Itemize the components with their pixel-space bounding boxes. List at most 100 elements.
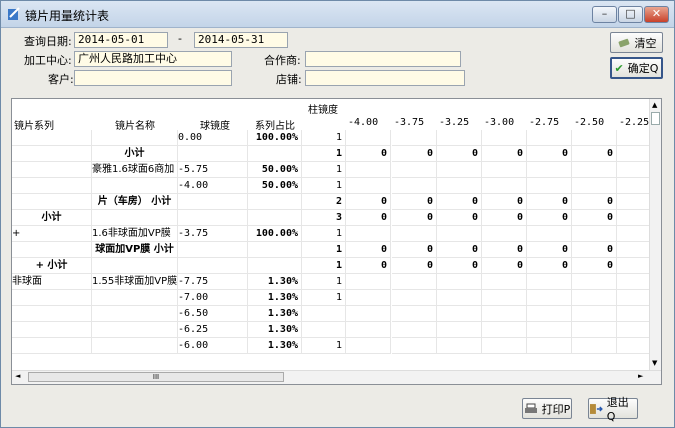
cell-total[interactable]: 1: [302, 258, 346, 274]
cell-cyl-value[interactable]: [392, 130, 437, 146]
cell-cyl-value[interactable]: 0: [346, 242, 391, 258]
cell-name[interactable]: [92, 258, 178, 274]
cell-cyl-value[interactable]: [346, 226, 391, 242]
cell-sph[interactable]: -5.75: [178, 162, 248, 178]
cell-series[interactable]: [12, 178, 92, 194]
cell-cyl-value[interactable]: [437, 306, 482, 322]
cell-cyl-value[interactable]: [346, 306, 391, 322]
cell-ratio[interactable]: [248, 258, 302, 274]
cell-cyl-value[interactable]: [392, 162, 437, 178]
cell-cyl-value[interactable]: 0: [572, 146, 617, 162]
cell-cyl-value[interactable]: [482, 178, 527, 194]
cell-sph[interactable]: -6.00: [178, 338, 248, 354]
cell-name[interactable]: [92, 322, 178, 338]
cell-series[interactable]: [12, 146, 92, 162]
cell-cyl-value[interactable]: [392, 322, 437, 338]
cell-total[interactable]: 1: [302, 162, 346, 178]
cell-total[interactable]: 1: [302, 178, 346, 194]
cell-name[interactable]: 1.6非球面加VP膜: [92, 226, 178, 242]
date-to-field[interactable]: 2014-05-31: [194, 32, 288, 48]
cell-sph[interactable]: -6.25: [178, 322, 248, 338]
maximize-button[interactable]: □: [618, 6, 643, 23]
cell-cyl-value[interactable]: [482, 322, 527, 338]
cell-cyl-value[interactable]: 0: [346, 210, 391, 226]
cell-name[interactable]: 豪雅1.6球面6商加: [92, 162, 178, 178]
cell-cyl-value[interactable]: [346, 130, 391, 146]
scroll-right-icon[interactable]: ►: [638, 372, 643, 380]
cell-cyl-value[interactable]: 0: [392, 194, 437, 210]
cell-cyl-value[interactable]: 0: [392, 210, 437, 226]
date-from-field[interactable]: 2014-05-01: [74, 32, 168, 48]
cell-cyl-value[interactable]: 0: [437, 146, 482, 162]
cell-cyl-value[interactable]: [572, 338, 617, 354]
cell-cyl-value[interactable]: 0: [572, 258, 617, 274]
cell-ratio[interactable]: 1.30%: [248, 290, 302, 306]
cell-cyl-value[interactable]: [392, 226, 437, 242]
cell-cyl-value[interactable]: 0: [437, 258, 482, 274]
cell-cyl-value[interactable]: [527, 274, 572, 290]
cell-ratio[interactable]: 1.30%: [248, 322, 302, 338]
partner-field[interactable]: [305, 51, 461, 67]
cell-cyl-value[interactable]: [527, 226, 572, 242]
cell-cyl-value[interactable]: 0: [346, 258, 391, 274]
minimize-button[interactable]: –: [592, 6, 617, 23]
cell-cyl-value[interactable]: [572, 178, 617, 194]
cell-ratio[interactable]: [248, 146, 302, 162]
cell-total[interactable]: 2: [302, 194, 346, 210]
cell-series[interactable]: [12, 162, 92, 178]
cell-cyl-value[interactable]: [392, 306, 437, 322]
cell-cyl-value[interactable]: 0: [346, 146, 391, 162]
cell-series[interactable]: [12, 338, 92, 354]
horizontal-scrollbar[interactable]: ◄ III ►: [12, 370, 661, 384]
cell-cyl-value[interactable]: [527, 306, 572, 322]
cell-cyl-value[interactable]: [572, 226, 617, 242]
cell-cyl-value[interactable]: [437, 322, 482, 338]
cell-cyl-value[interactable]: [527, 130, 572, 146]
cell-cyl-value[interactable]: 0: [482, 210, 527, 226]
cell-sph[interactable]: [178, 242, 248, 258]
cell-cyl-value[interactable]: 0: [392, 146, 437, 162]
cell-ratio[interactable]: [248, 194, 302, 210]
cell-name[interactable]: [92, 210, 178, 226]
cell-series[interactable]: [12, 306, 92, 322]
cell-cyl-value[interactable]: 0: [527, 210, 572, 226]
cell-name[interactable]: [92, 130, 178, 146]
cell-series[interactable]: [12, 194, 92, 210]
cell-cyl-value[interactable]: [392, 274, 437, 290]
cell-cyl-value[interactable]: 0: [482, 146, 527, 162]
cell-cyl-value[interactable]: [527, 162, 572, 178]
cell-name[interactable]: [92, 338, 178, 354]
cell-cyl-value[interactable]: [572, 130, 617, 146]
cell-cyl-value[interactable]: [437, 162, 482, 178]
cell-ratio[interactable]: [248, 242, 302, 258]
cell-cyl-value[interactable]: [482, 290, 527, 306]
cell-cyl-value[interactable]: [482, 130, 527, 146]
statistics-table[interactable]: 柱镜度 镜片系列 镜片名称 球镜度 系列占比 -4.00 -3.75 -3.25 -3…: [11, 98, 662, 385]
cell-total[interactable]: 1: [302, 274, 346, 290]
cell-name[interactable]: 1.55非球面加VP膜: [92, 274, 178, 290]
cell-name[interactable]: [92, 290, 178, 306]
cell-cyl-value[interactable]: [437, 226, 482, 242]
cell-total[interactable]: 3: [302, 210, 346, 226]
print-button[interactable]: 打印P: [522, 398, 572, 419]
cell-name[interactable]: 片（车房） 小计: [92, 194, 178, 210]
cell-cyl-value[interactable]: [572, 274, 617, 290]
cell-cyl-value[interactable]: [527, 322, 572, 338]
cell-cyl-value[interactable]: 0: [527, 242, 572, 258]
close-button[interactable]: ✕: [644, 6, 669, 23]
vertical-scroll-thumb[interactable]: [651, 112, 660, 125]
cell-cyl-value[interactable]: [482, 274, 527, 290]
title-bar[interactable]: 镜片用量统计表 – □ ✕: [1, 1, 674, 28]
cell-series[interactable]: 小计: [12, 210, 92, 226]
cell-series[interactable]: [12, 290, 92, 306]
cell-cyl-value[interactable]: [527, 290, 572, 306]
cell-series[interactable]: [12, 242, 92, 258]
cell-series[interactable]: +: [12, 226, 92, 242]
cell-cyl-value[interactable]: [392, 178, 437, 194]
cell-cyl-value[interactable]: 0: [392, 242, 437, 258]
cell-name[interactable]: 小计: [92, 146, 178, 162]
customer-field[interactable]: [74, 70, 232, 86]
cell-sph[interactable]: -6.50: [178, 306, 248, 322]
cell-cyl-value[interactable]: 0: [572, 194, 617, 210]
cell-series[interactable]: + 小计: [12, 258, 92, 274]
